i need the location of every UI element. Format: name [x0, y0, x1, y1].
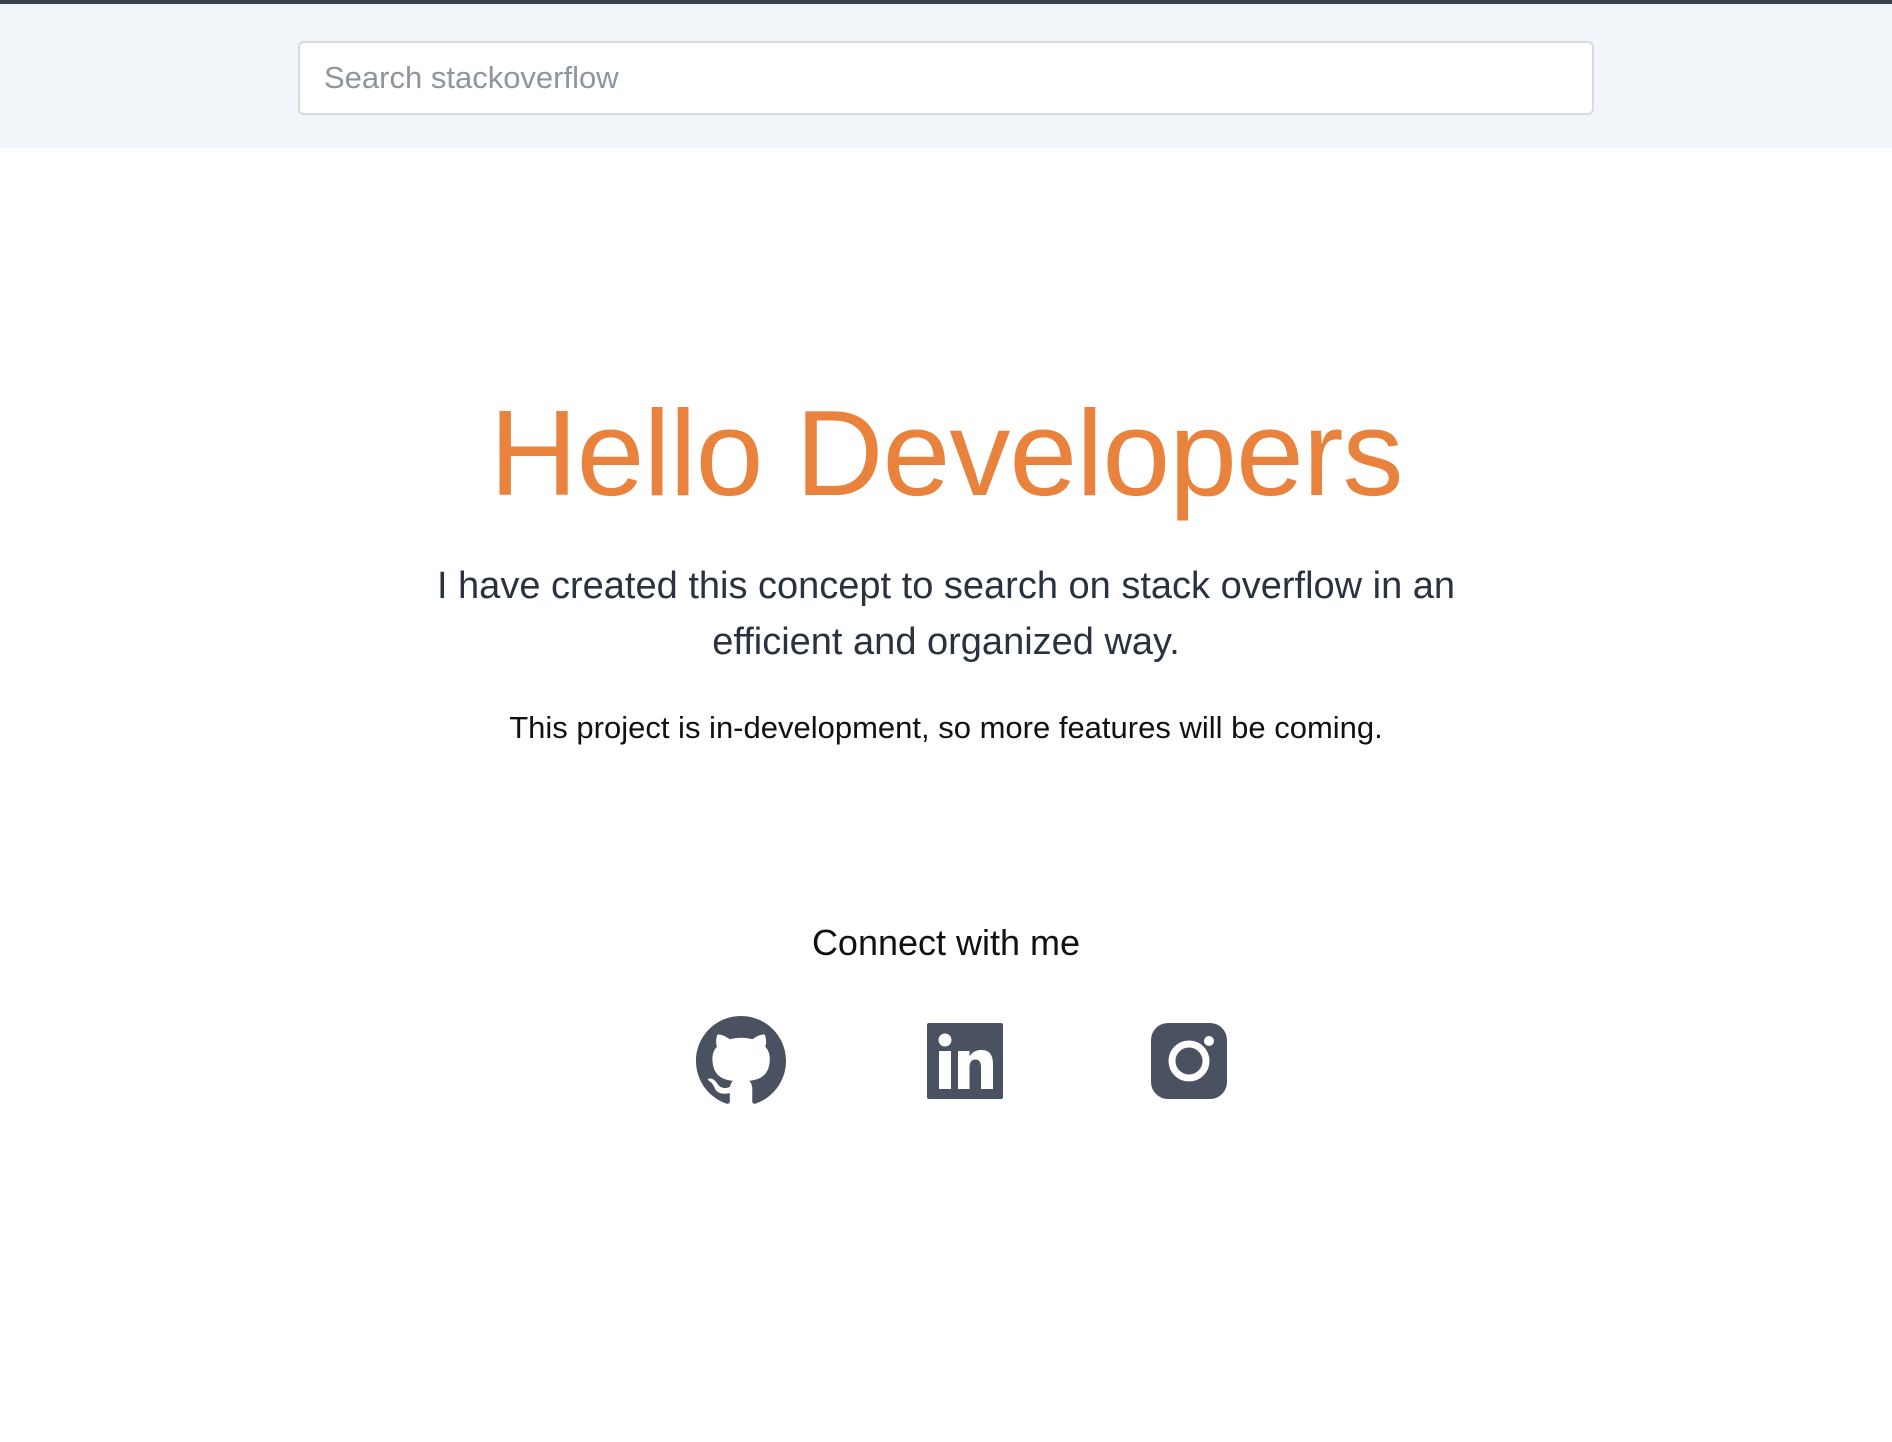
instagram-link[interactable] — [1144, 1016, 1234, 1106]
github-icon — [696, 1016, 786, 1104]
hero-note: This project is in-development, so more … — [509, 710, 1383, 745]
instagram-icon — [1151, 1023, 1227, 1099]
search-input[interactable] — [298, 41, 1594, 115]
hero-subtitle: I have created this concept to search on… — [436, 565, 1456, 663]
hero-section: Hello Developers I have created this con… — [0, 390, 1892, 748]
linkedin-icon — [927, 1023, 1003, 1099]
github-link[interactable] — [696, 1016, 786, 1106]
page-title: Hello Developers — [489, 385, 1404, 521]
linkedin-link[interactable] — [920, 1016, 1010, 1106]
connect-title: Connect with me — [811, 922, 1081, 963]
header-bar — [0, 4, 1892, 148]
connect-section: Connect with me — [0, 920, 1892, 966]
social-links — [0, 1016, 1892, 1106]
